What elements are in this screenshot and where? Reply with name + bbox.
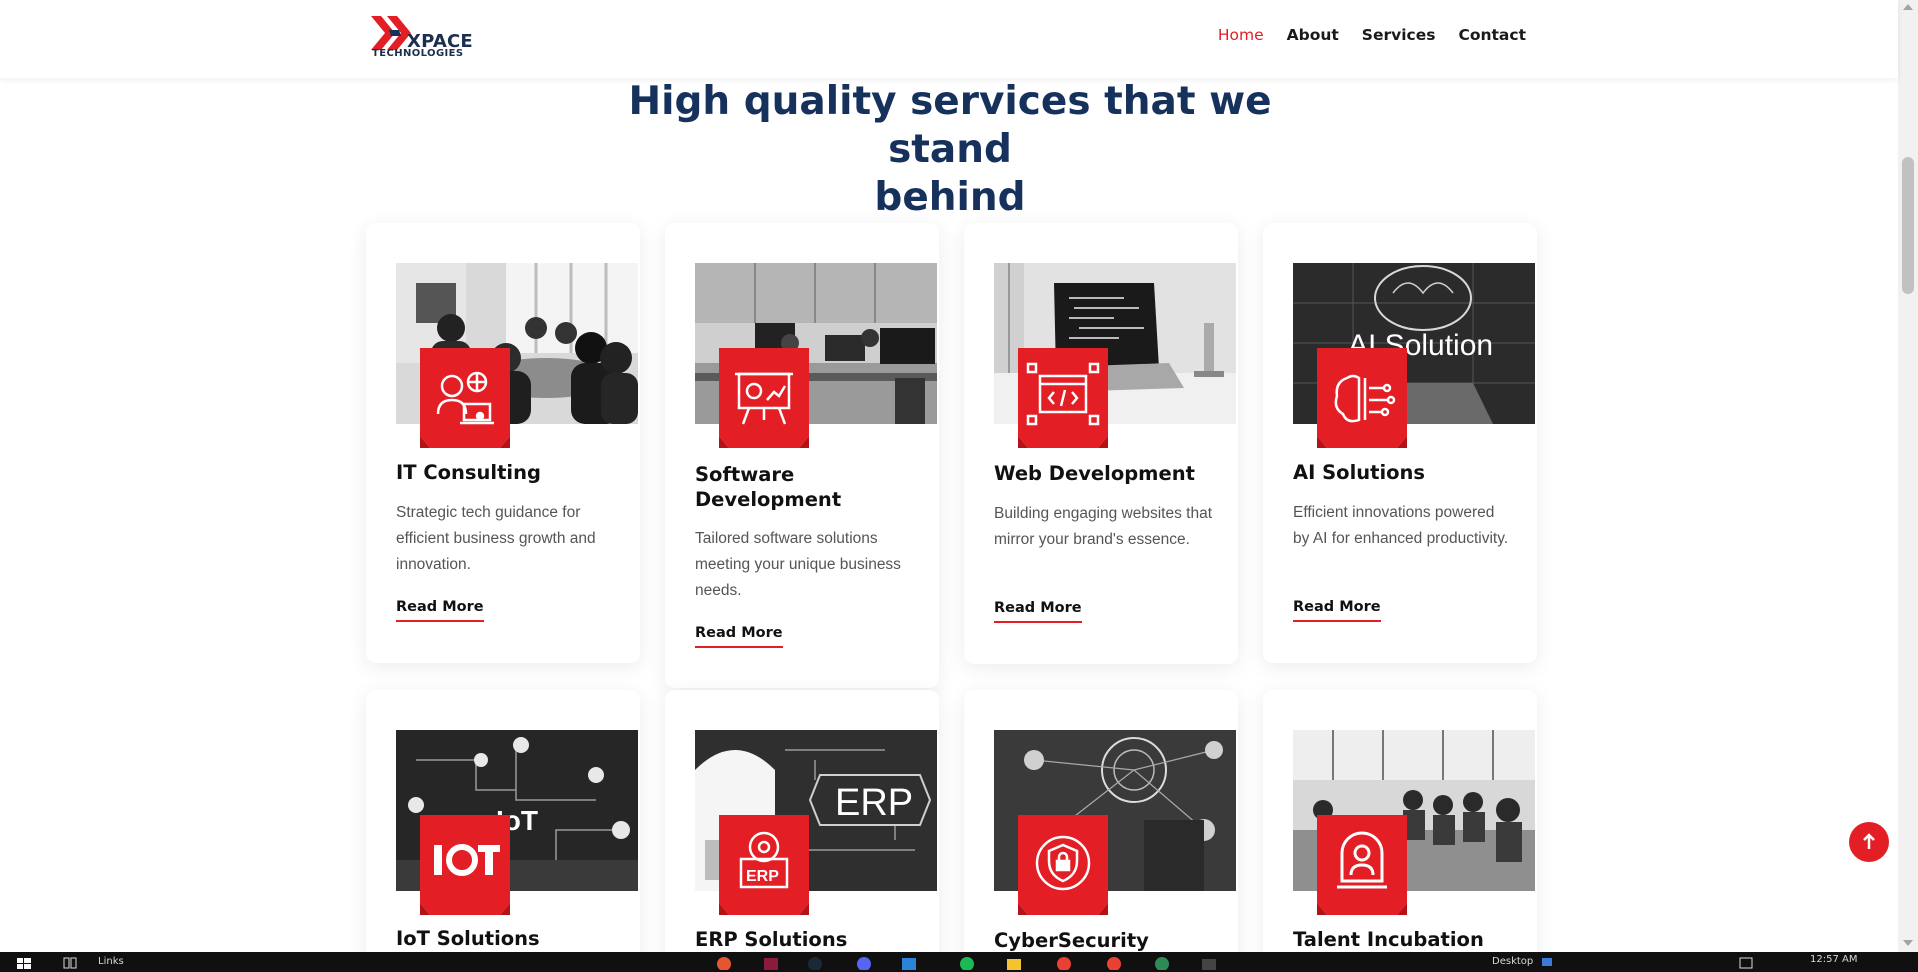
ai-brain-icon: [1317, 348, 1407, 448]
site-header: XPACE TECHNOLOGIES Home About Services C…: [0, 0, 1898, 78]
taskbar-clock[interactable]: 12:57 AM: [1810, 954, 1857, 965]
notification-icon[interactable]: [1738, 954, 1754, 970]
security-lock-icon: [1018, 815, 1108, 915]
card-title: IoT Solutions: [396, 927, 540, 950]
read-more-link[interactable]: Read More: [994, 600, 1082, 623]
section-title-line-1: High quality services that we stand: [628, 79, 1272, 172]
taskbar-app-icons[interactable]: [712, 954, 1232, 970]
service-card-ai-solutions[interactable]: AI Solution AI Solutions Efficient innov…: [1263, 223, 1537, 663]
xpace-logo[interactable]: XPACE TECHNOLOGIES: [371, 16, 481, 60]
presentation-board-icon: [719, 348, 809, 448]
scroll-up-arrow-icon[interactable]: [1903, 4, 1913, 10]
service-card-erp-solutions[interactable]: ERP ERP ERP Solutions: [665, 690, 939, 972]
read-more-link[interactable]: Read More: [396, 599, 484, 622]
read-more-link[interactable]: Read More: [1293, 599, 1381, 622]
back-to-top-button[interactable]: [1849, 822, 1889, 862]
service-card-web-development[interactable]: Web Development Building engaging websit…: [964, 223, 1238, 664]
service-card-iot-solutions[interactable]: IoT IoT Solutions: [366, 690, 640, 972]
taskbar-desktop-label[interactable]: Desktop: [1492, 956, 1533, 967]
taskbar-links-label[interactable]: Links: [98, 956, 124, 967]
logo-subtitle: TECHNOLOGIES: [372, 48, 464, 59]
iot-icon: [420, 815, 510, 915]
talent-person-icon: [1317, 815, 1407, 915]
scroll-thumb[interactable]: [1902, 157, 1914, 294]
erp-icon: ERP: [719, 815, 809, 915]
web-code-icon: [1018, 348, 1108, 448]
consultant-icon: [420, 348, 510, 448]
card-description: Strategic tech guidance for efficient bu…: [396, 504, 596, 573]
service-card-software-development[interactable]: Software Development Tailored software s…: [665, 223, 939, 688]
card-title: Web Development: [994, 462, 1195, 485]
section-title-line-2: behind: [874, 175, 1026, 220]
nav-services[interactable]: Services: [1362, 26, 1436, 44]
section-title: High quality services that we stand behi…: [560, 78, 1340, 222]
nav-about[interactable]: About: [1287, 26, 1339, 44]
windows-start-icon[interactable]: [16, 954, 32, 970]
card-title: AI Solutions: [1293, 461, 1426, 484]
service-card-cybersecurity[interactable]: CyberSecurity: [964, 690, 1238, 972]
card-title: ERP Solutions: [695, 928, 848, 951]
erp-image-text: ERP: [835, 782, 913, 824]
card-description: Efficient innovations powered by AI for …: [1293, 504, 1509, 547]
card-title: Talent Incubation: [1293, 928, 1484, 951]
card-title: Software Development: [695, 463, 842, 511]
page-scrollbar[interactable]: [1898, 0, 1918, 952]
main-nav: Home About Services Contact: [1218, 26, 1526, 44]
nav-contact[interactable]: Contact: [1458, 26, 1526, 44]
service-card-talent-incubation[interactable]: Talent Incubation: [1263, 690, 1537, 972]
card-description: Tailored software solutions meeting your…: [695, 530, 901, 599]
card-description: Building engaging websites that mirror y…: [994, 505, 1213, 548]
nav-home[interactable]: Home: [1218, 26, 1264, 44]
service-card-it-consulting[interactable]: IT Consulting Strategic tech guidance fo…: [366, 223, 640, 663]
windows-taskbar: Links Desktop 12:57 AM: [0, 952, 1918, 972]
read-more-link[interactable]: Read More: [695, 625, 783, 648]
card-title: IT Consulting: [396, 461, 541, 484]
arrow-up-icon: [1863, 833, 1875, 849]
task-view-icon[interactable]: [62, 954, 78, 970]
scroll-down-arrow-icon[interactable]: [1903, 940, 1913, 946]
network-icon[interactable]: [1540, 954, 1556, 970]
card-title: CyberSecurity: [994, 929, 1149, 952]
svg-text:ERP: ERP: [746, 868, 779, 885]
